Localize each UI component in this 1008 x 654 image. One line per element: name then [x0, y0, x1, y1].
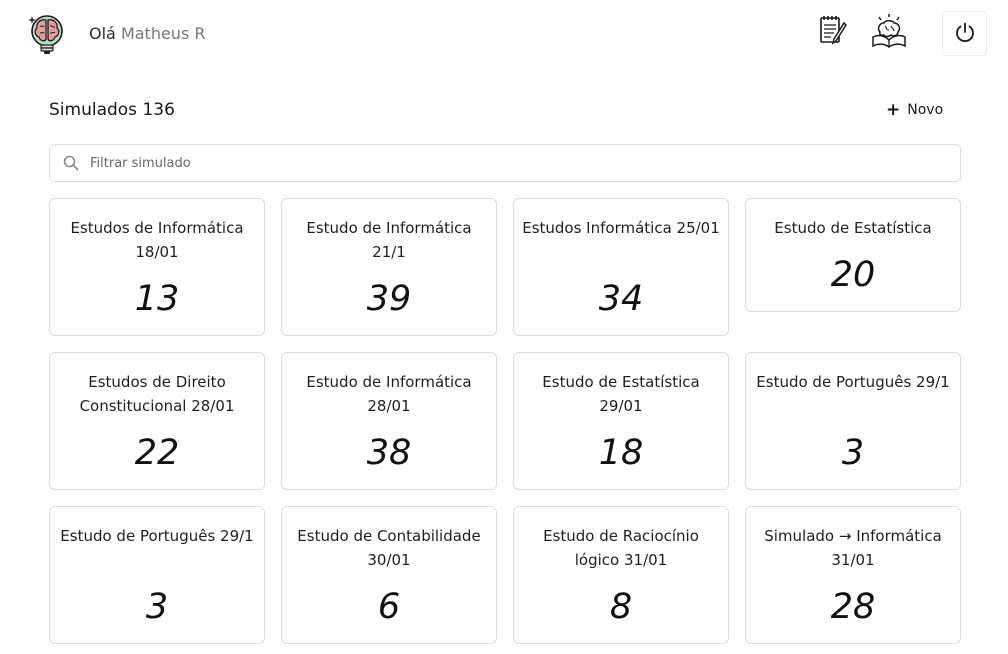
card-count: 18 [598, 433, 644, 473]
card-count: 3 [145, 587, 169, 627]
simulado-card[interactable]: Estudo de Contabilidade 30/01 6 [281, 506, 497, 644]
new-button[interactable]: + Novo [886, 100, 943, 120]
new-button-label: Novo [907, 102, 944, 118]
simulado-card[interactable]: Estudo de Informática 21/1 39 [281, 198, 497, 336]
card-title: Estudos Informática 25/01 [522, 219, 720, 237]
notepad-pen-icon [816, 14, 848, 52]
card-title: Estudo de Informática 21/1 [306, 219, 472, 261]
simulado-card[interactable]: Simulado → Informática 31/01 28 [745, 506, 961, 644]
card-title: Estudos de Informática 18/01 [70, 219, 244, 261]
simulado-card[interactable]: Estudo de Raciocínio lógico 31/01 8 [513, 506, 729, 644]
card-count: 34 [598, 279, 644, 319]
card-title: Estudo de Informática 28/01 [306, 373, 472, 415]
card-title: Estudo de Contabilidade 30/01 [297, 527, 481, 569]
card-title: Estudo de Português 29/1 [756, 373, 950, 391]
page-title: Simulados 136 [49, 100, 175, 120]
study-button[interactable] [869, 14, 909, 52]
greeting: Olá Matheus R [89, 23, 205, 45]
brain-book-icon [870, 13, 908, 53]
search-box [49, 144, 961, 182]
power-icon [954, 21, 976, 47]
simulado-card[interactable]: Estudo de Estatística 20 [745, 198, 961, 312]
card-count: 13 [134, 279, 180, 319]
simulado-card[interactable]: Estudo de Português 29/1 3 [745, 352, 961, 490]
user-name: Matheus R [120, 24, 206, 43]
card-count: 22 [134, 433, 180, 473]
logout-button[interactable] [942, 11, 987, 56]
greeting-prefix: Olá [89, 24, 116, 43]
card-title: Estudo de Estatística [774, 219, 932, 237]
card-count: 20 [830, 255, 876, 295]
simulado-card[interactable]: Estudos de Informática 18/01 13 [49, 198, 265, 336]
top-bar: Olá Matheus R [0, 0, 1008, 68]
card-title: Estudo de Raciocínio lógico 31/01 [543, 527, 699, 569]
search-input[interactable] [90, 145, 950, 181]
card-title: Estudo de Português 29/1 [60, 527, 254, 545]
simulado-card[interactable]: Estudo de Português 29/1 3 [49, 506, 265, 644]
card-count: 39 [366, 279, 412, 319]
notes-button[interactable] [814, 15, 850, 51]
search-icon [63, 155, 79, 171]
card-count: 6 [377, 587, 401, 627]
card-count: 8 [609, 587, 633, 627]
card-count: 3 [841, 433, 865, 473]
card-count: 38 [366, 433, 412, 473]
simulado-card[interactable]: Estudos de Direito Constitucional 28/01 … [49, 352, 265, 490]
card-count: 28 [830, 587, 876, 627]
card-title: Simulado → Informática 31/01 [764, 527, 942, 569]
card-title: Estudos de Direito Constitucional 28/01 [79, 373, 235, 415]
brain-lightbulb-icon[interactable] [26, 12, 66, 56]
simulado-card[interactable]: Estudo de Estatística 29/01 18 [513, 352, 729, 490]
card-title: Estudo de Estatística 29/01 [542, 373, 700, 415]
plus-icon: + [886, 100, 901, 120]
simulado-card[interactable]: Estudos Informática 25/01 34 [513, 198, 729, 336]
simulado-card[interactable]: Estudo de Informática 28/01 38 [281, 352, 497, 490]
